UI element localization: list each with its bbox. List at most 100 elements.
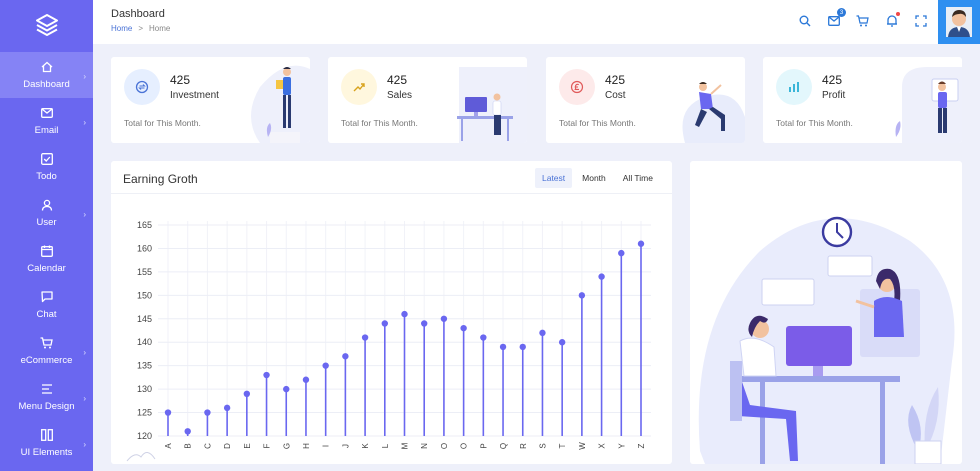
x-tick-label: C bbox=[203, 443, 212, 449]
data-point bbox=[263, 371, 270, 379]
data-point bbox=[637, 240, 645, 247]
breadcrumb-current: Home bbox=[149, 24, 171, 33]
sidebar-item-calendar[interactable]: Calendar bbox=[0, 236, 93, 282]
home-icon bbox=[40, 60, 54, 74]
mini-sparkline bbox=[126, 452, 156, 462]
sales-icon bbox=[341, 69, 377, 105]
data-point bbox=[519, 343, 526, 351]
y-tick-label: 150 bbox=[137, 290, 152, 300]
profit-subtext: Total for This Month. bbox=[776, 118, 853, 128]
x-tick-label: B bbox=[184, 443, 193, 448]
x-tick-label: M bbox=[401, 442, 410, 449]
breadcrumb-separator: > bbox=[138, 24, 144, 33]
fullscreen-icon[interactable] bbox=[913, 13, 928, 28]
x-tick-label: A bbox=[164, 443, 173, 449]
x-tick-label: S bbox=[538, 443, 547, 448]
sidebar-item-label: Calendar bbox=[27, 263, 66, 274]
x-tick-label: L bbox=[381, 443, 390, 448]
sidebar-item-email[interactable]: Email › bbox=[0, 98, 93, 144]
x-tick-label: P bbox=[479, 443, 488, 448]
sidebar-item-ui-elements[interactable]: UI Elements › bbox=[0, 420, 93, 466]
sidebar-item-label: User bbox=[36, 217, 57, 228]
notification-dot bbox=[896, 12, 900, 16]
sidebar: Dashboard › Email › Todo User › Calendar Chat eCo… bbox=[0, 0, 93, 471]
sidebar-item-dashboard[interactable]: Dashboard › bbox=[0, 52, 93, 98]
data-point bbox=[598, 273, 605, 280]
investment-value: 425 bbox=[170, 73, 191, 87]
x-tick-label: G bbox=[282, 443, 291, 449]
sidebar-item-label: Dashboard bbox=[23, 79, 70, 90]
data-point bbox=[539, 329, 546, 337]
cost-value: 425 bbox=[605, 73, 626, 87]
earning-chart-panel: Earning Groth Latest Month All Time 120 1… bbox=[111, 161, 672, 464]
chevron-right-icon: › bbox=[83, 440, 86, 449]
cart-icon[interactable] bbox=[855, 13, 870, 28]
earning-chart: 120 125 130 135 140 145 150 155 160 165 A B C D E F G H I J… bbox=[126, 220, 651, 462]
office-illustration bbox=[698, 216, 955, 464]
sidebar-item-label: Chat bbox=[36, 309, 57, 320]
menu-icon bbox=[40, 382, 54, 396]
breadcrumb: Home > Home bbox=[111, 24, 170, 33]
data-point bbox=[578, 292, 586, 299]
data-point bbox=[322, 362, 329, 369]
bar-chart-icon bbox=[776, 69, 812, 105]
x-tick-label: Z bbox=[637, 443, 646, 448]
profit-card[interactable]: 425 Profit Total for This Month. bbox=[763, 57, 962, 143]
chat-icon bbox=[40, 290, 54, 304]
y-tick-label: 165 bbox=[137, 220, 152, 230]
x-tick-label: X bbox=[598, 443, 607, 449]
data-point bbox=[283, 385, 290, 393]
data-point bbox=[401, 310, 408, 318]
x-tick-label: Y bbox=[617, 443, 626, 449]
data-point bbox=[302, 376, 310, 383]
y-tick-label: 145 bbox=[137, 314, 152, 324]
bell-icon[interactable] bbox=[884, 12, 900, 28]
profit-illustration bbox=[895, 67, 962, 143]
mail-icon bbox=[40, 106, 54, 120]
mail-icon[interactable]: 3 bbox=[826, 8, 846, 28]
office-illustration-panel bbox=[690, 161, 962, 464]
x-tick-label: J bbox=[341, 444, 350, 448]
search-icon[interactable] bbox=[797, 13, 812, 28]
investment-label: Investment bbox=[170, 90, 219, 101]
chevron-right-icon: › bbox=[83, 210, 86, 219]
chevron-right-icon: › bbox=[83, 348, 86, 357]
x-tick-label: W bbox=[578, 442, 587, 450]
chevron-right-icon: › bbox=[83, 118, 86, 127]
chevron-right-icon: › bbox=[83, 394, 86, 403]
calendar-icon bbox=[40, 244, 54, 258]
x-tick-label: F bbox=[263, 443, 272, 448]
x-tick-label: D bbox=[223, 443, 232, 449]
mail-badge: 3 bbox=[837, 8, 846, 17]
sales-card[interactable]: 425 Sales Total for This Month. bbox=[328, 57, 527, 143]
data-point bbox=[618, 249, 625, 257]
investment-subtext: Total for This Month. bbox=[124, 118, 201, 128]
x-tick-label: K bbox=[361, 443, 370, 449]
sidebar-item-chat[interactable]: Chat bbox=[0, 282, 93, 328]
sidebar-item-todo[interactable]: Todo bbox=[0, 144, 93, 190]
currency-icon bbox=[559, 69, 595, 105]
data-point bbox=[381, 320, 388, 327]
y-tick-label: 135 bbox=[137, 361, 152, 371]
sidebar-item-user[interactable]: User › bbox=[0, 190, 93, 236]
exchange-icon bbox=[124, 69, 160, 105]
x-tick-label: Q bbox=[499, 443, 508, 449]
cost-card[interactable]: 425 Cost Total for This Month. bbox=[546, 57, 745, 143]
breadcrumb-home-link[interactable]: Home bbox=[111, 24, 132, 33]
chevron-right-icon: › bbox=[83, 72, 86, 81]
sidebar-item-label: Menu Design bbox=[18, 401, 75, 412]
sidebar-item-ecommerce[interactable]: eCommerce › bbox=[0, 328, 93, 374]
profit-value: 425 bbox=[822, 73, 843, 87]
user-icon bbox=[40, 198, 54, 212]
y-tick-label: 130 bbox=[137, 384, 152, 394]
app-logo[interactable] bbox=[0, 0, 93, 52]
user-avatar[interactable] bbox=[938, 0, 980, 44]
investment-card[interactable]: 425 Investment Total for This Month. bbox=[111, 57, 310, 143]
data-point bbox=[204, 409, 211, 416]
y-tick-label: 160 bbox=[137, 243, 152, 253]
data-point bbox=[440, 315, 448, 322]
y-tick-label: 120 bbox=[137, 431, 152, 441]
sidebar-item-menu-design[interactable]: Menu Design › bbox=[0, 374, 93, 420]
x-tick-label: O bbox=[460, 443, 469, 449]
clock-icon bbox=[821, 216, 853, 248]
